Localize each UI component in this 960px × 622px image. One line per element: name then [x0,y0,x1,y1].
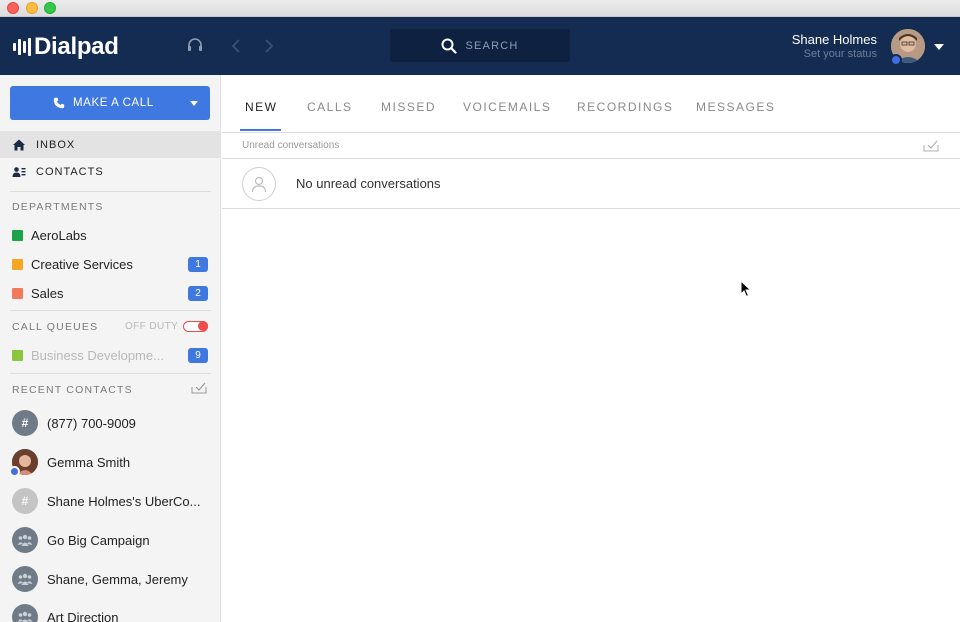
departments-heading: DEPARTMENTS [12,201,104,213]
recent-contact-item[interactable]: Go Big Campaign [0,521,220,559]
set-status-link[interactable]: Set your status [804,48,877,60]
main-content: NEW CALLS MISSED VOICEMAILS RECORDINGS M… [222,75,960,622]
user-name[interactable]: Shane Holmes [792,32,877,47]
off-duty-toggle[interactable] [183,321,208,332]
contact-name: Art Direction [47,609,119,622]
department-color-swatch [12,287,23,299]
sidebar-item-inbox[interactable]: INBOX [0,131,220,158]
department-name: AeroLabs [31,227,87,243]
search-icon [441,38,458,54]
recent-contact-item[interactable]: # (877) 700-9009 [0,404,220,442]
close-window-button[interactable] [7,2,19,14]
department-color-swatch [12,229,23,241]
section-label: Unread conversations [242,140,340,151]
chevron-right-icon[interactable] [262,38,276,54]
divider [10,191,211,192]
empty-state-row: No unread conversations [222,159,960,209]
department-name: Creative Services [31,256,133,272]
department-item-aerolabs[interactable]: AeroLabs [0,221,220,249]
inbox-tabs: NEW CALLS MISSED VOICEMAILS RECORDINGS M… [222,75,960,133]
contact-name: Shane Holmes's UberCo... [47,493,201,509]
recent-contact-item[interactable]: # Shane Holmes's UberCo... [0,482,220,520]
recent-contacts-heading: RECENT CONTACTS [12,384,133,396]
group-icon [12,566,38,592]
dialpad-logo[interactable]: Dialpad [13,33,119,61]
tab-missed[interactable]: MISSED [381,100,436,114]
make-a-call-button[interactable]: MAKE A CALL [10,86,210,120]
presence-status-dot [9,466,20,477]
off-duty-label: OFF DUTY [125,321,179,332]
mouse-cursor-icon [740,280,752,298]
window-titlebar [0,0,960,17]
contact-avatar: # [12,410,38,436]
group-icon [12,527,38,553]
make-a-call-label: MAKE A CALL [73,97,154,109]
sidebar: MAKE A CALL INBOX CONTACTS DEPARTMENTS A… [0,75,221,622]
divider [10,310,211,311]
home-icon [13,139,25,150]
logo-text: Dialpad [34,33,119,60]
user-menu-caret-icon[interactable] [934,44,944,50]
tab-new[interactable]: NEW [245,100,278,114]
mark-all-read-icon[interactable] [191,382,207,394]
tab-messages[interactable]: MESSAGES [696,100,775,114]
phone-icon [53,97,65,109]
queue-name: Business Developme... [31,347,164,363]
chevron-left-icon[interactable] [229,38,243,54]
department-item-creative-services[interactable]: Creative Services 1 [0,250,220,278]
recent-contact-item[interactable]: Shane, Gemma, Jeremy [0,560,220,598]
person-placeholder-icon [242,167,276,201]
department-color-swatch [12,258,23,270]
sidebar-item-label: CONTACTS [36,165,104,178]
active-tab-indicator [240,129,281,131]
queue-item-business-development[interactable]: Business Developme... 9 [0,341,220,369]
recent-contact-item[interactable]: Art Direction [0,598,220,622]
mark-all-read-icon[interactable] [923,140,939,152]
group-icon [12,604,38,622]
minimize-window-button[interactable] [26,2,38,14]
empty-state-message: No unread conversations [296,176,441,191]
sidebar-item-contacts[interactable]: CONTACTS [0,158,220,185]
unread-count-badge: 2 [188,285,208,301]
headset-icon[interactable] [186,37,204,55]
sidebar-item-label: INBOX [36,138,76,151]
call-queues-heading: CALL QUEUES [12,321,99,333]
divider [10,373,211,374]
contact-name: Gemma Smith [47,454,131,470]
caret-down-icon [190,100,198,106]
search-button[interactable]: SEARCH [390,29,570,62]
unread-count-badge: 9 [188,347,208,363]
presence-status-dot [890,54,902,66]
tab-recordings[interactable]: RECORDINGS [577,100,673,114]
top-navigation-bar: Dialpad SEARCH Shane Holmes Set your sta… [0,17,960,75]
contacts-icon [12,166,26,177]
zoom-window-button[interactable] [44,2,56,14]
search-label: SEARCH [465,39,519,52]
unread-count-badge: 1 [188,256,208,272]
contact-name: (877) 700-9009 [47,415,136,431]
dialpad-logo-icon [13,37,31,57]
contact-avatar: # [12,488,38,514]
tab-voicemails[interactable]: VOICEMAILS [463,100,551,114]
contact-name: Shane, Gemma, Jeremy [47,571,188,587]
contact-name: Go Big Campaign [47,532,150,548]
recent-contact-item[interactable]: Gemma Smith [0,443,220,481]
tab-calls[interactable]: CALLS [307,100,353,114]
contact-avatar [9,449,38,477]
department-item-sales[interactable]: Sales 2 [0,279,220,307]
department-name: Sales [31,285,64,301]
make-call-dropdown-toggle[interactable] [178,86,210,120]
queue-color-swatch [12,349,23,361]
unread-conversations-header: Unread conversations [222,133,960,159]
